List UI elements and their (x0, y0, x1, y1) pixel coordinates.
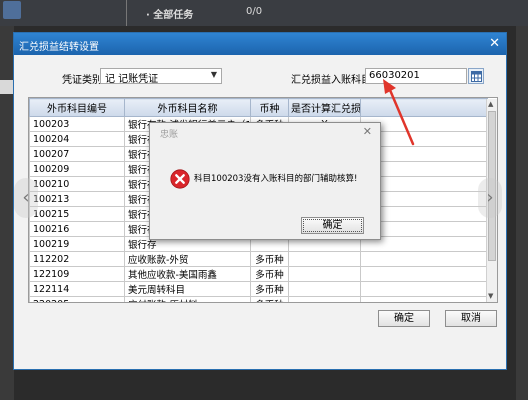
cell-account-name: 其他应收款-美国雨鑫 (124, 266, 251, 282)
scroll-up-icon[interactable]: ▲ (488, 100, 493, 108)
message-ok-button[interactable]: 确定 (301, 217, 364, 234)
carousel-next-icon[interactable]: › (478, 178, 502, 218)
table-row[interactable]: 112202 应收账款-外贸 多币种 (29, 251, 488, 267)
close-icon[interactable]: ✕ (489, 36, 500, 51)
cell-currency: 多币种 (250, 266, 289, 282)
account-input[interactable]: 66030201 (365, 68, 467, 84)
cell-account-code: 100210 (29, 176, 125, 192)
cell-empty (360, 266, 488, 282)
cell-account-code: 122109 (29, 266, 125, 282)
cell-account-code: 100213 (29, 191, 125, 207)
cell-account-code: 100215 (29, 206, 125, 222)
cell-currency: 多币种 (250, 296, 289, 302)
cell-currency: 多币种 (250, 281, 289, 297)
table-row[interactable]: 220205应付账款-原材料多币种 (29, 296, 488, 302)
cancel-button[interactable]: 取消 (445, 310, 497, 327)
scroll-down-icon[interactable]: ▼ (488, 292, 493, 300)
cell-account-code: 100219 (29, 236, 125, 252)
error-icon (170, 169, 190, 189)
voucher-type-value: 记 记账凭证 (105, 74, 159, 85)
cell-account-name: 美元周转科目 (124, 281, 251, 297)
cell-account-code: 100207 (29, 146, 125, 162)
cell-account-name: 应付账款-原材料 (124, 296, 251, 302)
voucher-type-label: 凭证类别 (62, 75, 102, 86)
carousel-prev-icon[interactable]: ‹ (14, 178, 38, 218)
cell-currency: 多币种 (250, 251, 289, 267)
cell-calc-gain-loss[interactable] (288, 296, 361, 302)
task-label[interactable]: · 全部任务 (146, 6, 193, 21)
divider (126, 0, 127, 26)
task-count: 0/0 (246, 6, 263, 17)
dialog-title: 汇兑损益结转设置 (19, 42, 99, 53)
cell-account-code: 122114 (29, 281, 125, 297)
cell-account-code: 100209 (29, 161, 125, 177)
column-header-currency[interactable]: 币种 (250, 98, 289, 117)
chevron-down-icon[interactable]: ▼ (211, 70, 217, 79)
cell-calc-gain-loss[interactable] (288, 281, 361, 297)
close-icon[interactable]: ✕ (363, 125, 372, 138)
cell-account-code: 100216 (29, 221, 125, 237)
app-icon (3, 1, 21, 19)
column-header-account-name[interactable]: 外币科目名称 (124, 98, 251, 117)
message-ok-label: 确定 (303, 219, 362, 232)
column-header-empty (360, 98, 488, 117)
cell-account-code: 220205 (29, 296, 125, 302)
cell-account-code: 100203 (29, 116, 125, 132)
cell-calc-gain-loss[interactable] (288, 251, 361, 267)
table-header-row: 外币科目编号 外币科目名称 币种 是否计算汇兑损益 (29, 98, 488, 117)
account-value: 66030201 (369, 70, 420, 81)
cell-empty (360, 251, 488, 267)
background-left-marker (0, 80, 14, 94)
message-text: 科目100203没有入账科目的部门辅助核算! (194, 174, 358, 184)
dialog-title-bar[interactable]: 汇兑损益结转设置 ✕ (14, 33, 506, 55)
calendar-grid-icon (471, 71, 482, 82)
background-task-bar: · 全部任务 0/0 (0, 0, 528, 26)
table-row[interactable]: 122114 美元周转科目 多币种 (29, 281, 488, 297)
error-message-box: 忠账 ✕ 科目100203没有入账科目的部门辅助核算! 确定 (149, 122, 381, 240)
account-reference-button[interactable] (468, 68, 484, 84)
cell-account-code: 100204 (29, 131, 125, 147)
message-box-title: 忠账 (160, 130, 179, 140)
column-header-account-code[interactable]: 外币科目编号 (29, 98, 125, 117)
table-row[interactable]: 122109 其他应收款-美国雨鑫 多币种 (29, 266, 488, 282)
cell-empty (360, 281, 488, 297)
cell-account-code: 112202 (29, 251, 125, 267)
ok-button[interactable]: 确定 (378, 310, 430, 327)
voucher-type-select[interactable]: 记 记账凭证 ▼ (100, 68, 222, 85)
background-right-panel (516, 26, 528, 400)
cell-calc-gain-loss[interactable] (288, 266, 361, 282)
account-label: 汇兑损益入账科目 (291, 75, 371, 86)
cell-empty (360, 296, 488, 302)
column-header-calc-gain-loss[interactable]: 是否计算汇兑损益 (288, 98, 361, 117)
cell-account-name: 应收账款-外贸 (124, 251, 251, 267)
